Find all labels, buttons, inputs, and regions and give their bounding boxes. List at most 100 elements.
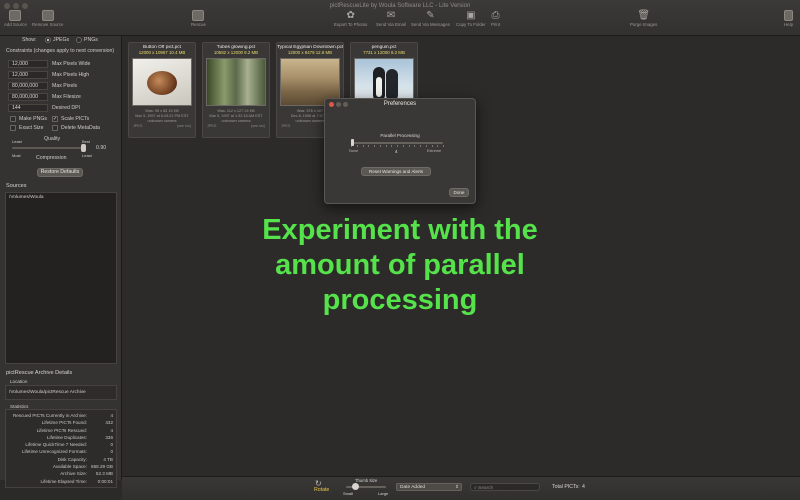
thumbnail-format-tag: JPEG bbox=[133, 124, 143, 128]
stat-row: Disk Capacity: 4 TB bbox=[57, 456, 113, 462]
scale-picts-label: Scale PICTs bbox=[61, 116, 90, 122]
help-button[interactable]: Help bbox=[784, 10, 793, 27]
sort-select[interactable]: Date Added ⇕ bbox=[396, 483, 462, 491]
slider-tick bbox=[368, 145, 370, 147]
sources-list[interactable]: /Volumes/Woula bbox=[5, 192, 117, 364]
add-source-icon bbox=[9, 10, 22, 21]
chevron-updown-icon: ⇕ bbox=[455, 484, 459, 489]
reset-warnings-button[interactable]: Reset Warnings and Alerts bbox=[361, 167, 431, 176]
exact-size-label: Exact Size bbox=[19, 125, 44, 131]
rotate-button[interactable]: Rotate bbox=[314, 487, 329, 493]
remove-source-icon bbox=[41, 10, 54, 21]
thumb-size-label: Thumb Size bbox=[355, 478, 378, 483]
toolbar: pictRescueLite by Woula Software LLC - L… bbox=[0, 0, 800, 36]
parallel-processing-label: Parallel Processing bbox=[380, 133, 420, 138]
quality-least-label: Least bbox=[12, 139, 22, 144]
desired-dpi-field[interactable]: 144 bbox=[8, 104, 48, 112]
printer-icon: ⎙ bbox=[491, 10, 500, 21]
slider-tick bbox=[402, 145, 404, 147]
location-label: Location bbox=[10, 379, 28, 384]
max-pixels-field[interactable]: 80,000,000 bbox=[8, 82, 48, 90]
thumbnail-image[interactable] bbox=[132, 58, 192, 106]
remove-source-button[interactable]: Remove Source bbox=[32, 10, 63, 27]
help-icon bbox=[784, 10, 794, 21]
slider-tick bbox=[397, 145, 398, 147]
quality-slider-knob[interactable] bbox=[81, 144, 86, 152]
purge-images-label: Purge Images bbox=[630, 22, 658, 27]
slider-tick bbox=[385, 145, 387, 147]
stat-row: Lifetime Unrecognized Formats: 0 bbox=[21, 449, 113, 455]
thumbnail-dims: 12000 x 8479 12.8 MB bbox=[287, 50, 333, 55]
messages-icon: ✎ bbox=[426, 10, 435, 21]
copy-to-folder-button[interactable]: ▣ Copy To Folder bbox=[456, 10, 486, 27]
max-filesize-field[interactable]: 80,000,000 bbox=[8, 93, 48, 101]
bottom-bar: ↻ Rotate Thumb Size Small Large Date Add… bbox=[122, 476, 800, 500]
show-pngs-radio[interactable] bbox=[76, 37, 82, 43]
help-label: Help bbox=[784, 22, 794, 27]
make-pngs-label: Make PNGs bbox=[19, 116, 47, 122]
thumbnail-source-link[interactable]: (see src) bbox=[251, 124, 265, 128]
rescue-icon bbox=[192, 10, 205, 21]
sidebar: Show: JPEGs PNGs Constraints (changes ap… bbox=[0, 36, 122, 488]
window-title: pictRescueLite by Woula Software LLC - L… bbox=[329, 3, 471, 9]
quality-slider-track[interactable] bbox=[12, 147, 86, 149]
send-via-email-button[interactable]: ✉ Send Via Email bbox=[376, 10, 406, 27]
thumb-size-slider-knob[interactable] bbox=[352, 483, 359, 490]
copy-to-folder-label: Copy To Folder bbox=[456, 22, 486, 27]
thumb-size-small-label: Small bbox=[343, 491, 354, 496]
search-input[interactable]: ⌕ Search bbox=[470, 483, 540, 491]
rescue-label: Rescue bbox=[191, 22, 206, 27]
search-icon: ⌕ bbox=[474, 486, 477, 491]
make-pngs-checkbox[interactable] bbox=[10, 116, 16, 122]
print-button[interactable]: ⎙ Print bbox=[491, 10, 500, 27]
stat-row: Lifetime Elapsed Time: 0:00:01 bbox=[40, 478, 113, 484]
show-jpegs-radio[interactable] bbox=[45, 37, 51, 43]
promo-caption: Experiment with the amount of parallel p… bbox=[200, 213, 600, 318]
parallel-processing-slider-track[interactable] bbox=[351, 142, 443, 144]
add-source-label: Add Source bbox=[4, 22, 27, 27]
send-via-email-label: Send Via Email bbox=[376, 22, 406, 27]
add-source-button[interactable]: Add Source bbox=[4, 10, 27, 27]
constraints-title: Constraints (changes apply to next conve… bbox=[6, 48, 115, 54]
slider-tick bbox=[379, 145, 381, 147]
statistics-panel: Rescued PICTs Currently in Archive: 4 Lif… bbox=[5, 409, 117, 488]
sources-title: Sources bbox=[6, 183, 27, 189]
exact-size-checkbox[interactable] bbox=[10, 125, 16, 131]
export-to-photos-button[interactable]: ✿ Export To Photos bbox=[334, 10, 367, 27]
thumbnail-dims: 7731 x 12000 8.2 MB bbox=[363, 50, 405, 55]
max-pixels-wide-field[interactable]: 12,000 bbox=[8, 60, 48, 68]
quality-title: Quality bbox=[44, 136, 61, 142]
source-item[interactable]: /Volumes/Woula bbox=[6, 193, 116, 202]
slider-max-label: Extreme bbox=[427, 149, 442, 153]
thumbnail-card[interactable]: Button Off pict.pct 12000 x 10967 10.4 M… bbox=[128, 42, 196, 138]
thumb-size-large-label: Large bbox=[378, 491, 389, 496]
restore-defaults-button[interactable]: Restore Defaults bbox=[37, 168, 83, 177]
quality-value: 0.90 bbox=[96, 145, 107, 151]
trash-icon: 🗑 bbox=[637, 10, 651, 21]
rescue-button[interactable]: Rescue bbox=[191, 10, 206, 27]
stat-row: Lifetime PICTs Rescued: 4 bbox=[36, 427, 113, 433]
caption-line-1: Experiment with the bbox=[262, 214, 538, 246]
dialog-title: Preferences bbox=[383, 101, 417, 107]
compression-most-label: Most bbox=[12, 153, 21, 158]
scale-picts-checkbox[interactable]: ✓ bbox=[52, 116, 58, 122]
thumbnail-format-tag: JPEG bbox=[207, 124, 217, 128]
thumbnail-source-link[interactable]: (see src) bbox=[177, 124, 191, 128]
thumbnail-format-tag: JPEG bbox=[281, 124, 291, 128]
done-button[interactable]: Done bbox=[449, 188, 469, 197]
slider-tick bbox=[431, 145, 433, 147]
email-icon: ✉ bbox=[386, 10, 396, 21]
thumbnail-image[interactable] bbox=[206, 58, 266, 106]
show-jpegs-label: JPEGs bbox=[53, 37, 70, 43]
search-placeholder: Search bbox=[478, 486, 494, 491]
total-picts-label: Total PICTs: bbox=[552, 484, 580, 490]
location-value: /Volumes/Woula/pictRescue Archive bbox=[5, 385, 117, 400]
parallel-processing-slider-knob[interactable] bbox=[351, 139, 354, 146]
max-pixels-high-field[interactable]: 12,000 bbox=[8, 71, 48, 79]
remove-source-label: Remove Source bbox=[32, 22, 64, 27]
send-via-messages-button[interactable]: ✎ Send Via Messages bbox=[411, 10, 450, 27]
thumbnail-card[interactable]: Tubes glowing.pct 10582 x 12000 9.2 MB W… bbox=[202, 42, 270, 138]
delete-metadata-checkbox[interactable] bbox=[52, 125, 58, 131]
slider-tick bbox=[362, 145, 364, 147]
purge-images-button[interactable]: 🗑 Purge Images bbox=[630, 10, 657, 27]
